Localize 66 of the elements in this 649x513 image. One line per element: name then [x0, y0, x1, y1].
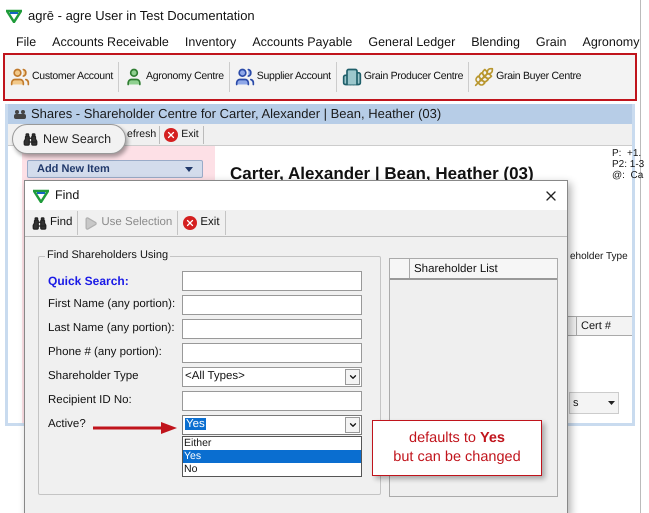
arrow-icon [93, 422, 177, 434]
combo-value: s [573, 396, 578, 411]
building-icon [342, 67, 362, 87]
field-label: Quick Search: [48, 273, 129, 290]
refresh-button[interactable]: efresh [124, 124, 160, 144]
group-title: Find Shareholders Using [45, 249, 170, 262]
toolbar-button[interactable]: Agronomy Centre [122, 61, 226, 93]
field-label: Recipient ID No: [48, 393, 132, 408]
wheat-icon [474, 67, 494, 87]
column-header: Shareholder List [413, 262, 499, 277]
logo-icon [33, 188, 49, 202]
toolbar-button[interactable]: Grain Buyer Centre [472, 61, 584, 93]
combo-box[interactable]: s [569, 392, 619, 414]
people-icon [14, 109, 26, 119]
window-title: Shares - Shareholder Centre for Carter, Alexander | Bean, Heather (03) [31, 105, 442, 124]
caret-icon [185, 166, 193, 172]
logo-icon [6, 9, 22, 23]
toolbar-button[interactable]: Grain Producer Centre [340, 61, 466, 93]
menu-item[interactable]: Blending [471, 32, 520, 52]
menu-item[interactable]: Accounts Payable [252, 32, 352, 52]
new-search-button[interactable]: New Search [12, 124, 126, 154]
input-field[interactable] [182, 343, 362, 363]
dropdown-value: Yes [185, 417, 207, 432]
toolbar-button[interactable]: Customer Account [8, 61, 115, 93]
menu-item[interactable]: File [16, 32, 36, 52]
field-label: Phone # (any portion): [48, 345, 162, 360]
contact-line: @: Ca [612, 170, 644, 181]
dropdown-option[interactable]: Either [183, 437, 361, 450]
field-label: First Name (any portion): [48, 297, 176, 312]
field-label: Active? [48, 417, 86, 432]
caret-icon [608, 401, 615, 405]
dropdown-field[interactable]: Yes [182, 415, 362, 435]
input-field[interactable] [182, 319, 362, 339]
field-label: eholder Type [570, 250, 628, 264]
people-icon [234, 67, 255, 87]
people-icon [10, 67, 30, 87]
dropdown-value: <All Types> [185, 369, 246, 384]
dropdown-field[interactable]: <All Types> [182, 367, 362, 387]
menu-item[interactable]: Agronomy [582, 32, 640, 52]
contact-line: P: +1. [612, 148, 642, 159]
callout-text: defaults to Yes but can be changed [393, 429, 521, 467]
menu-item[interactable]: Inventory [184, 32, 236, 52]
dropdown-option[interactable]: No [183, 463, 361, 476]
toolbar-button[interactable]: Exit [178, 211, 225, 235]
field-label: Shareholder Type [48, 369, 139, 384]
input-field[interactable] [182, 271, 362, 291]
add-new-item-dropdown[interactable]: Add New Item [27, 160, 203, 178]
toolbar-button[interactable]: Find [27, 211, 78, 235]
field-label: Last Name (any portion): [48, 321, 175, 336]
exit-button[interactable]: Exit [160, 124, 203, 144]
input-field[interactable] [182, 391, 362, 411]
menu-item[interactable]: Grain [536, 32, 566, 52]
menu-item[interactable]: General Ledger [368, 32, 456, 52]
close-icon [183, 216, 198, 230]
menu-item[interactable]: Accounts Receivable [52, 32, 169, 52]
window-title: agrē - agre User in Test Documentation [28, 7, 255, 26]
dialog-title: Find [55, 187, 80, 204]
column-header: Cert # [580, 319, 612, 334]
play-icon [83, 216, 98, 230]
contact-line: P2: 1-3 [612, 159, 644, 170]
dropdown-option[interactable]: Yes [183, 450, 361, 463]
input-field[interactable] [182, 295, 362, 315]
binoculars-icon [23, 132, 38, 146]
close-icon [164, 128, 178, 142]
toolbar-button[interactable]: Supplier Account [232, 61, 333, 93]
binoculars-icon [32, 216, 47, 230]
